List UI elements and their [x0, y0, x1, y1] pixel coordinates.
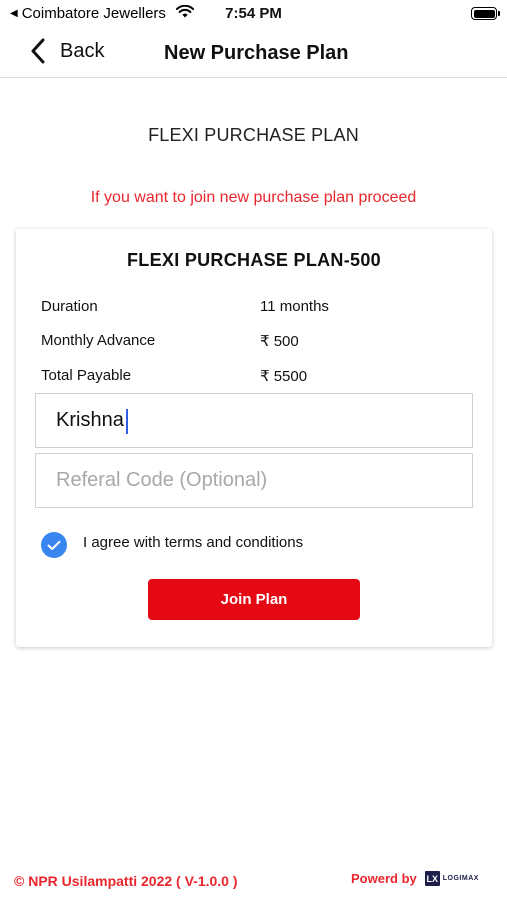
plan-row-total-payable: Total Payable ₹ 5500: [41, 367, 471, 387]
logo-text: LOGIMAX: [442, 875, 479, 882]
page-title: New Purchase Plan: [164, 42, 349, 64]
row-label: Duration: [41, 298, 98, 315]
terms-agreement[interactable]: I agree with terms and conditions: [41, 532, 303, 558]
back-button[interactable]: Back: [30, 38, 104, 64]
powered-by: Powerd by LX LOGIMAX: [351, 871, 479, 886]
battery-icon: [471, 7, 500, 20]
referral-code-input[interactable]: [36, 454, 472, 507]
checkmark-icon: [47, 540, 61, 550]
terms-checkbox[interactable]: [41, 532, 67, 558]
row-value: ₹ 5500: [260, 368, 308, 385]
terms-label: I agree with terms and conditions: [83, 533, 304, 551]
status-bar: ◀ Coimbatore Jewellers 7:54 PM: [0, 0, 507, 28]
referral-field-container: [35, 453, 473, 508]
join-plan-button[interactable]: Join Plan: [148, 579, 360, 620]
name-input[interactable]: [36, 394, 472, 447]
navigation-bar: Back New Purchase Plan: [0, 28, 507, 78]
copyright-text: © NPR Usilampatti 2022 ( V-1.0.0 ): [14, 873, 238, 889]
row-value: 11 months: [260, 298, 329, 315]
logimax-logo: LX LOGIMAX: [424, 871, 479, 886]
row-label: Total Payable: [41, 367, 132, 384]
plan-row-duration: Duration 11 months: [41, 298, 471, 318]
notice-text: If you want to join new purchase plan pr…: [90, 189, 417, 206]
text-caret: [126, 409, 128, 434]
chevron-left-icon: [31, 38, 45, 64]
row-label: Monthly Advance: [41, 332, 156, 349]
status-time: 7:54 PM: [225, 5, 282, 22]
plan-row-monthly-advance: Monthly Advance ₹ 500: [41, 332, 471, 352]
row-value: ₹ 500: [260, 333, 299, 350]
powered-by-label: Powerd by: [351, 871, 417, 886]
name-field-container: [35, 393, 473, 448]
plan-card: FLEXI PURCHASE PLAN-500 Duration 11 mont…: [16, 229, 492, 647]
logo-mark: LX: [424, 871, 440, 886]
section-title: FLEXI PURCHASE PLAN: [148, 125, 359, 145]
plan-title: FLEXI PURCHASE PLAN-500: [127, 250, 381, 270]
back-label: Back: [60, 39, 105, 62]
